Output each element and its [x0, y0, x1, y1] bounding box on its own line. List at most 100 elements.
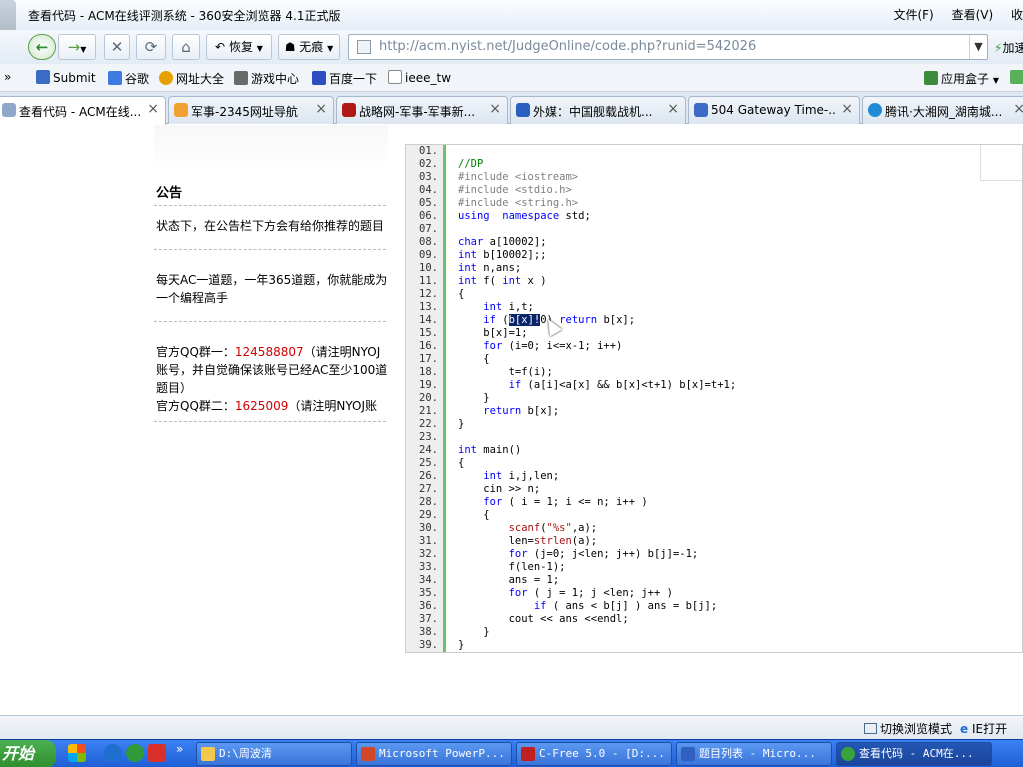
bookmarks-overflow[interactable]: » [4, 70, 11, 84]
incognito-label: 无痕 [299, 40, 324, 54]
code-token: ( [495, 314, 509, 326]
code-line: } [458, 418, 1018, 431]
code-token: t=f(i); [458, 366, 553, 378]
code-line: ans = 1; [458, 574, 1018, 587]
code-token: ( j = 1; j <len; j++ ) [527, 587, 673, 599]
line-number: 32. [419, 548, 438, 560]
app-icon[interactable] [148, 744, 166, 762]
source-code[interactable]: //DP #include <iostream> #include <stdio.h… [458, 145, 1018, 652]
line-number: 02. [419, 158, 438, 170]
divider [154, 321, 386, 322]
restore-button[interactable]: ↶ 恢复 ▼ [206, 34, 272, 60]
tab-strategy-net[interactable]: 战略网-军事-军事新... × [336, 96, 508, 124]
code-token: int [483, 301, 503, 313]
taskbar-item-view-code[interactable]: 查看代码 - ACM在... [836, 742, 992, 766]
ie-icon[interactable] [104, 744, 122, 762]
windows-logo-icon[interactable] [68, 744, 86, 762]
close-tab-icon[interactable]: × [667, 101, 679, 117]
incognito-button[interactable]: ☗ 无痕 ▼ [278, 34, 340, 60]
line-number: 27. [419, 483, 438, 495]
code-token: strlen [533, 535, 572, 547]
code-token: (a); [571, 535, 598, 547]
code-line: int main() [458, 444, 1018, 457]
taskbar-item-cfree[interactable]: C-Free 5.0 - [D:... [516, 742, 672, 766]
app-box-button[interactable]: 应用盒子 ▼ [924, 70, 999, 87]
code-line: if ( ans < b[j] ) ans = b[j]; [458, 600, 1018, 613]
taskbar-item-powerpoint[interactable]: Microsoft PowerP... [356, 742, 512, 766]
home-button[interactable]: ⌂ [172, 34, 200, 60]
close-tab-icon[interactable]: × [489, 101, 501, 117]
close-icon: ✕ [110, 38, 124, 56]
page-icon [388, 70, 402, 84]
code-token: x ) [521, 275, 547, 287]
close-tab-icon[interactable]: × [1013, 101, 1023, 117]
line-number: 22. [419, 418, 438, 430]
tab-view-code[interactable]: 查看代码 - ACM在线... × [0, 96, 166, 125]
code-token: cin >> n; [458, 483, 541, 495]
browser-360-icon [841, 747, 855, 761]
ie-open-button[interactable]: e IE打开 [960, 720, 1007, 737]
bookmark-item[interactable]: Submit [36, 70, 96, 85]
taskbar-item-folder[interactable]: D:\周波清 [196, 742, 352, 766]
close-tab-icon[interactable]: × [147, 101, 159, 117]
tab-tencent-daxiang[interactable]: 腾讯·大湘网_湖南城...× [862, 96, 1023, 124]
site-2345-icon [174, 103, 188, 117]
selected-text: b[x] [508, 314, 534, 326]
title-bar: 查看代码 - ACM在线评测系统 - 360安全浏览器 4.1正式版 文件(F)… [0, 0, 1023, 30]
tab-foreign-media[interactable]: 外媒：中国舰载战机... × [510, 96, 686, 124]
address-bar[interactable]: http://acm.nyist.net/JudgeOnline/code.ph… [348, 34, 988, 60]
bookmark-item[interactable]: 谷歌 [108, 70, 149, 87]
code-line: for (j=0; j<len; j++) b[j]=-1; [458, 548, 1018, 561]
bookmark-item[interactable]: ieee_tw [388, 70, 451, 85]
window-title: 查看代码 - ACM在线评测系统 - 360安全浏览器 4.1正式版 [28, 9, 341, 23]
cfree-icon [521, 747, 535, 761]
menu-favorites[interactable]: 收 [1011, 8, 1023, 22]
close-tab-icon[interactable]: × [315, 101, 327, 117]
line-number: 29. [419, 509, 438, 521]
extension-icon[interactable] [1010, 70, 1023, 84]
start-button[interactable]: 开始 [0, 740, 56, 767]
code-token: for [483, 496, 503, 508]
stop-button[interactable]: ✕ [104, 34, 130, 60]
notice-text: 每天AC一道题，一年365道题，你就能成为 一个编程高手 [156, 273, 388, 305]
gamepad-icon [234, 71, 248, 85]
code-token: { [458, 509, 490, 521]
line-number: 18. [419, 366, 438, 378]
line-number: 24. [419, 444, 438, 456]
menu-file[interactable]: 文件(F) [893, 8, 933, 22]
forward-button[interactable]: →▼ [58, 34, 96, 60]
accelerate-button[interactable]: ⚡加速 [994, 39, 1023, 56]
bookmark-item[interactable]: 百度一下 [312, 70, 377, 87]
code-token: return [559, 314, 598, 326]
code-token: (j=0; j<len; j++) b[j]=-1; [527, 548, 699, 560]
code-token: b[x]; [597, 314, 636, 326]
back-button[interactable]: ← [28, 34, 56, 60]
line-number: 19. [419, 379, 438, 391]
quicklaunch-overflow[interactable]: » [176, 742, 183, 756]
tab-gateway-timeout[interactable]: 504 Gateway Time-... × [688, 96, 860, 124]
tab-military-2345[interactable]: 军事-2345网址导航 × [168, 96, 334, 124]
switch-mode-button[interactable]: 切换浏览模式 [864, 720, 952, 737]
code-token: main() [476, 444, 522, 456]
copy-box[interactable] [980, 145, 1022, 181]
code-token: len= [458, 535, 534, 547]
menu-view[interactable]: 查看(V) [952, 8, 994, 22]
close-tab-icon[interactable]: × [841, 101, 853, 117]
refresh-button[interactable]: ⟳ [136, 34, 166, 60]
bookmark-item[interactable]: 游戏中心 [234, 70, 299, 87]
strategy-site-icon [342, 103, 356, 117]
browser-360-icon[interactable] [126, 744, 144, 762]
taskbar-item-problem-list[interactable]: 题目列表 - Micro... [676, 742, 832, 766]
address-dropdown[interactable]: ▼ [969, 35, 987, 59]
url-text[interactable]: http://acm.nyist.net/JudgeOnline/code.ph… [379, 39, 756, 54]
bookmark-item[interactable]: 网址大全 [159, 70, 224, 87]
code-token: int [458, 444, 477, 456]
line-number: 20. [419, 392, 438, 404]
code-token: i,t; [502, 301, 534, 313]
